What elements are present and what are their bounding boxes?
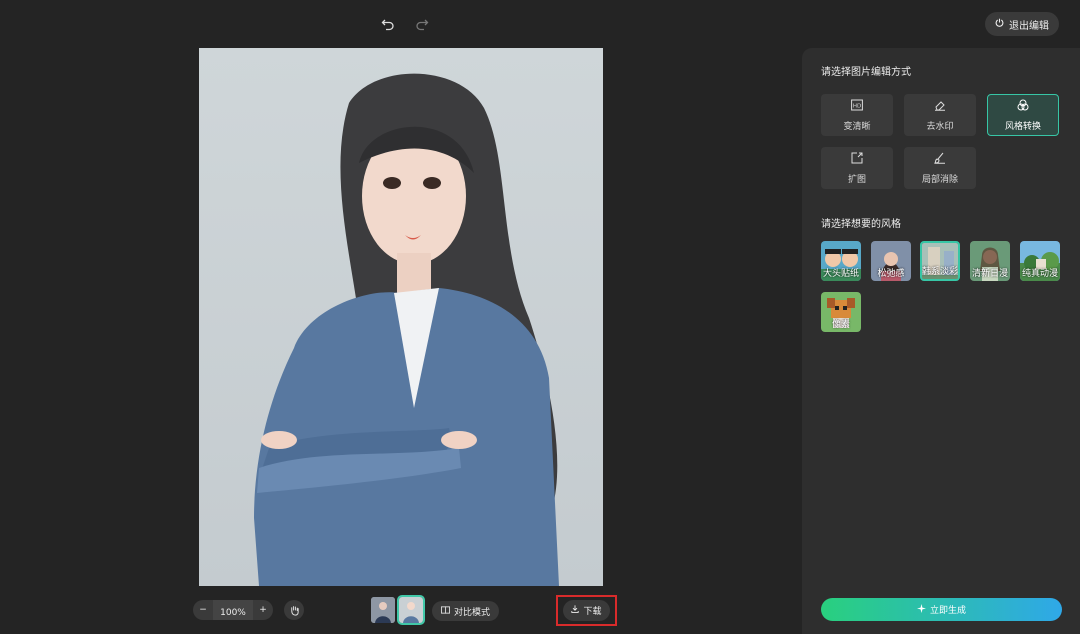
zoom-control: − 100% + — [193, 600, 273, 620]
style-label: 像素 — [821, 317, 861, 330]
style-circles-icon — [1017, 99, 1029, 114]
exit-edit-label: 退出编辑 — [1009, 17, 1049, 32]
style-select-title: 请选择想要的风格 — [821, 215, 901, 230]
style-label: 大头贴纸 — [821, 266, 861, 279]
download-button[interactable]: 下载 — [563, 600, 610, 621]
version-thumbnails — [371, 597, 423, 623]
edited-image-preview — [199, 48, 603, 586]
tool-label: 局部消除 — [922, 172, 958, 185]
tool-enhance[interactable]: HD 变清晰 — [821, 94, 893, 136]
tool-remove-watermark[interactable]: 去水印 — [904, 94, 976, 136]
compare-icon — [441, 606, 450, 617]
tool-label: 风格转换 — [1005, 119, 1041, 132]
expand-icon — [851, 152, 863, 167]
style-label: 韩系淡彩 — [922, 264, 958, 277]
svg-text:HD: HD — [853, 103, 861, 109]
zoom-value: 100% — [213, 600, 253, 620]
compare-mode-label: 对比模式 — [454, 605, 490, 618]
pan-hand-button[interactable] — [284, 600, 304, 620]
tool-label: 扩图 — [848, 172, 866, 185]
tool-label: 去水印 — [926, 119, 953, 132]
original-thumbnail[interactable] — [371, 597, 395, 623]
sparkle-icon — [917, 604, 926, 616]
edit-method-title: 请选择图片编辑方式 — [821, 63, 911, 78]
hand-icon — [289, 601, 300, 620]
exit-edit-button[interactable]: 退出编辑 — [985, 12, 1059, 36]
style-option-pure-anime[interactable]: 纯真动漫 — [1020, 241, 1060, 281]
tool-expand[interactable]: 扩图 — [821, 147, 893, 189]
hd-icon: HD — [851, 99, 863, 114]
generate-label: 立即生成 — [930, 603, 966, 616]
generate-now-button[interactable]: 立即生成 — [821, 598, 1062, 621]
history-controls — [378, 14, 432, 34]
style-option-fresh-anime[interactable]: 清新日漫 — [970, 241, 1010, 281]
style-label: 松弛感 — [871, 266, 911, 279]
tool-label: 变清晰 — [843, 119, 870, 132]
download-label: 下载 — [583, 604, 601, 617]
style-option-relaxed[interactable]: 松弛感 — [871, 241, 911, 281]
style-option-sticker[interactable]: 大头贴纸 — [821, 241, 861, 281]
zoom-in-button[interactable]: + — [253, 600, 273, 620]
style-option-korean-pastel[interactable]: 韩系淡彩 — [920, 241, 960, 281]
redo-icon[interactable] — [412, 14, 432, 34]
style-option-pixel[interactable]: 像素 — [821, 292, 861, 332]
style-label: 纯真动漫 — [1020, 266, 1060, 279]
zoom-out-button[interactable]: − — [193, 600, 213, 620]
download-icon — [571, 605, 579, 616]
tool-style-transfer[interactable]: 风格转换 — [987, 94, 1059, 136]
eraser-icon — [934, 99, 946, 114]
tool-partial-erase[interactable]: 局部消除 — [904, 147, 976, 189]
undo-icon[interactable] — [378, 14, 398, 34]
edit-side-panel: 请选择图片编辑方式 HD 变清晰 去水印 风格转换 扩图 局部消除 请选择想要的… — [802, 48, 1080, 634]
result-thumbnail[interactable] — [399, 597, 423, 623]
brush-icon — [934, 152, 946, 167]
compare-mode-button[interactable]: 对比模式 — [432, 601, 499, 621]
power-icon — [995, 18, 1004, 30]
style-label: 清新日漫 — [970, 266, 1010, 279]
